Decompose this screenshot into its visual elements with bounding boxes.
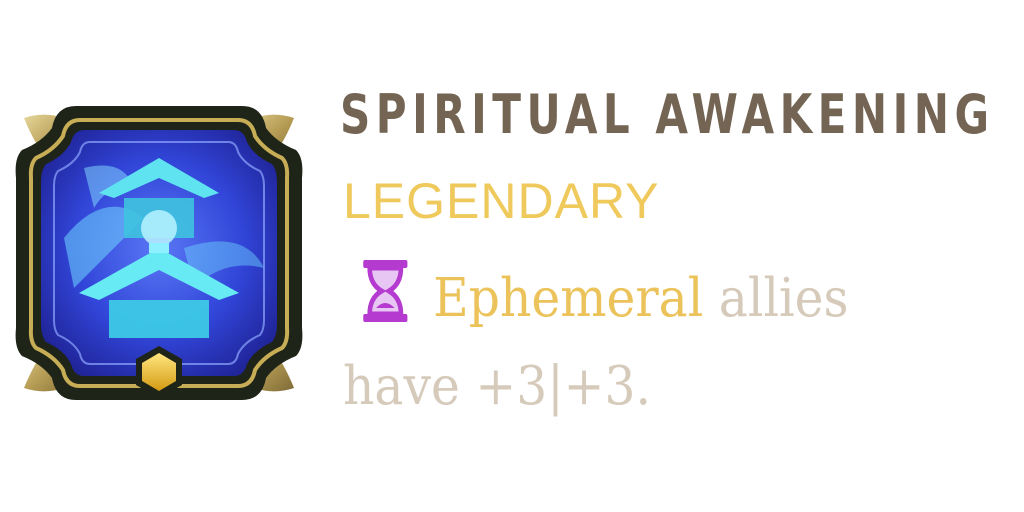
description-line2: have +3|+3. [343,356,652,417]
rarity-label: LEGENDARY [343,173,660,229]
shrine-badge-icon [15,106,303,400]
card-description: Ephemeral allies have +3|+3. [343,255,950,431]
description-text: allies [703,268,849,329]
augment-card: SPIRITUAL AWAKENING LEGENDARY Ephemeral … [0,0,1024,512]
keyword-ephemeral: Ephemeral [433,268,704,329]
card-title: SPIRITUAL AWAKENING [340,83,995,146]
hourglass-icon [363,260,408,322]
